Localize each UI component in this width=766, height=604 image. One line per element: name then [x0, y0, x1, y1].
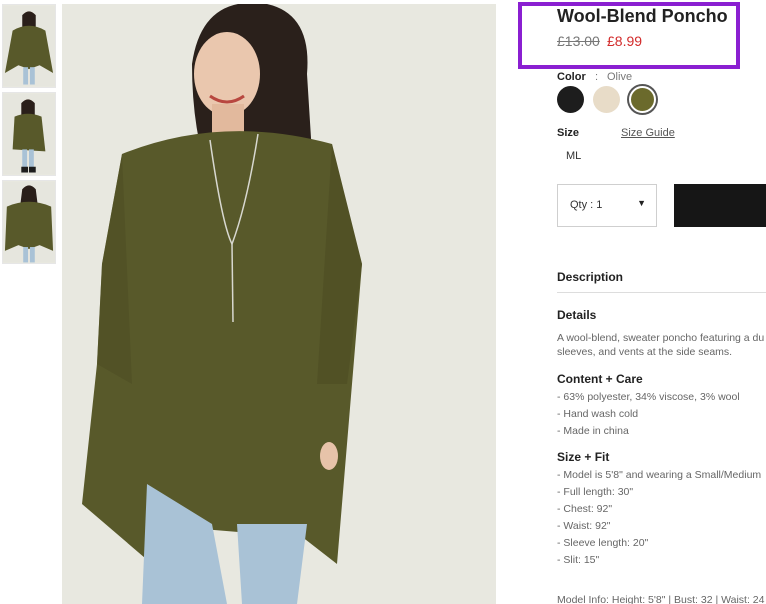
details-text-line-1: A wool-blend, sweater poncho featuring a… — [557, 332, 765, 344]
content-item: - Made in china — [557, 425, 629, 437]
thumbnail-back[interactable] — [2, 180, 56, 264]
thumbnail-back-image — [3, 181, 55, 263]
description-divider — [557, 292, 766, 293]
sale-price: £8.99 — [607, 33, 643, 49]
size-fit-item: - Sleeve length: 20" — [557, 537, 649, 549]
size-fit-item: - Slit: 15" — [557, 554, 600, 566]
size-fit-item: - Chest: 92" — [557, 503, 613, 515]
size-fit-heading: Size + Fit — [557, 450, 610, 464]
add-to-bag-button[interactable] — [674, 184, 766, 227]
content-item: - Hand wash cold — [557, 408, 639, 420]
product-title: Wool-Blend Poncho — [557, 6, 728, 26]
thumbnail-side[interactable] — [2, 92, 56, 176]
details-text-line-2: sleeves, and vents at the side seams. — [557, 346, 733, 358]
size-fit-item: - Waist: 92" — [557, 520, 611, 532]
color-swatch-olive[interactable] — [629, 86, 656, 113]
description-heading: Description — [557, 270, 624, 284]
details-heading: Details — [557, 308, 597, 322]
quantity-value: Qty : 1 — [570, 199, 603, 211]
content-item: - 63% polyester, 34% viscose, 3% wool — [557, 391, 740, 403]
quantity-select[interactable]: Qty : 1 ▼ — [557, 184, 657, 227]
size-guide-link[interactable]: Size Guide — [621, 127, 675, 139]
caret-down-icon: ▼ — [637, 198, 646, 208]
model-info-text: Model Info: Height: 5'8" | Bust: 32 | Wa… — [557, 594, 765, 604]
color-separator: : — [595, 71, 599, 83]
size-label: Size — [557, 127, 580, 139]
size-fit-item: - Full length: 30" — [557, 486, 634, 498]
thumbnail-side-image — [3, 93, 55, 175]
model-wearing-poncho-illustration — [62, 4, 496, 604]
thumbnail-front[interactable] — [2, 4, 56, 88]
size-fit-item: - Model is 5'8" and wearing a Small/Medi… — [557, 469, 762, 481]
size-option-ml[interactable]: ML — [566, 150, 581, 162]
color-label: Color — [557, 71, 586, 83]
color-swatch-cream[interactable] — [593, 86, 620, 113]
thumbnail-front-image — [3, 5, 55, 87]
content-care-heading: Content + Care — [557, 372, 643, 386]
original-price: £13.00 — [557, 33, 600, 49]
main-product-image[interactable] — [62, 4, 496, 604]
color-swatch-black[interactable] — [557, 86, 584, 113]
selected-color-name: Olive — [607, 71, 633, 83]
